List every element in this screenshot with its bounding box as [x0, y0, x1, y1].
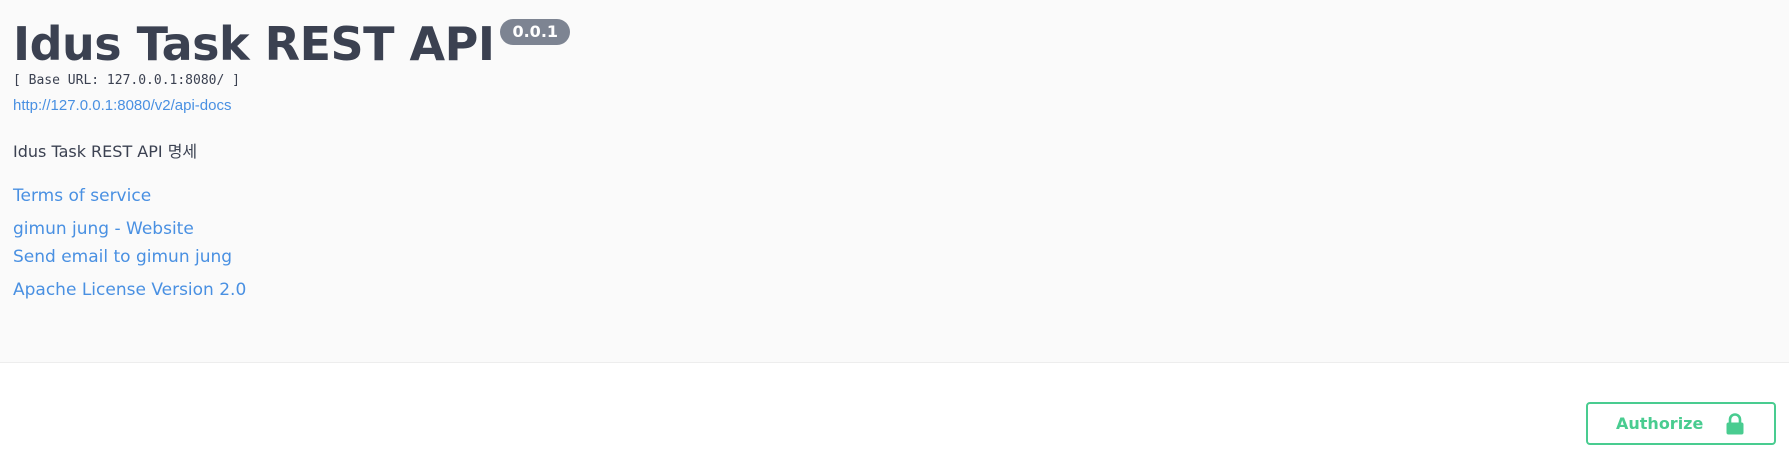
lock-icon — [1726, 413, 1744, 435]
contact-email-link[interactable]: Send email to gimun jung — [13, 246, 232, 268]
authorize-button[interactable]: Authorize — [1586, 402, 1776, 445]
authorize-label: Authorize — [1616, 414, 1704, 433]
version-badge: 0.0.1 — [500, 19, 571, 45]
api-description: Idus Task REST API 명세 — [13, 142, 198, 161]
license-link[interactable]: Apache License Version 2.0 — [13, 279, 246, 301]
info-section: Idus Task REST API 0.0.1 [ Base URL: 127… — [0, 0, 1789, 363]
contact-website-link[interactable]: gimun jung - Website — [13, 218, 194, 240]
page-title: Idus Task REST API — [13, 17, 495, 71]
terms-of-service-link[interactable]: Terms of service — [13, 185, 151, 207]
api-docs-link[interactable]: http://127.0.0.1:8080/v2/api-docs — [13, 96, 232, 116]
title-row: Idus Task REST API 0.0.1 — [13, 16, 571, 72]
base-url: [ Base URL: 127.0.0.1:8080/ ] — [13, 73, 240, 88]
